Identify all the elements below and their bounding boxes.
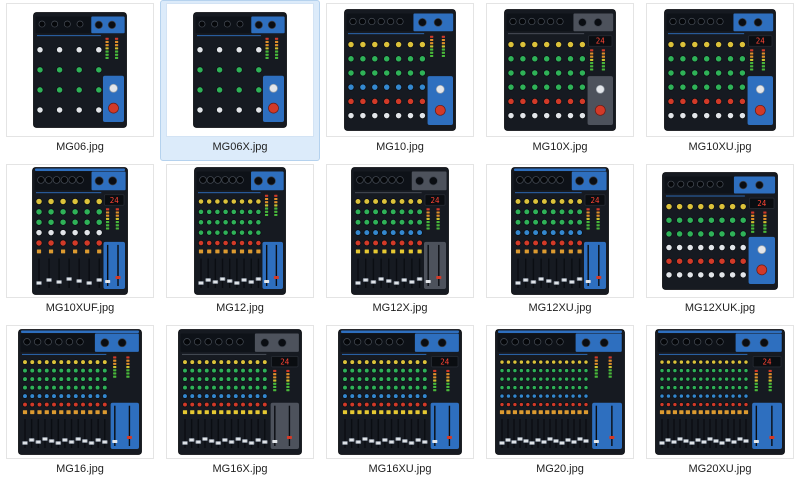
mixer-image: 24 (504, 9, 616, 131)
mixer-thumbnail (326, 3, 474, 137)
svg-text:24: 24 (430, 196, 440, 205)
mixer-thumbnail: 24 (646, 164, 794, 298)
file-name-label: MG06.jpg (56, 141, 104, 154)
svg-text:24: 24 (590, 196, 600, 205)
file-item-mg12xu[interactable]: 24 MG12XU.jpg (480, 161, 640, 322)
mixer-thumbnail (166, 164, 314, 298)
file-item-mg10[interactable]: MG10.jpg (320, 0, 480, 161)
file-item-mg06x[interactable]: MG06X.jpg (160, 0, 320, 161)
mixer-thumbnail (6, 325, 154, 459)
mixer-thumbnail: 24 (326, 325, 474, 459)
mixer-image (193, 12, 287, 128)
file-name-label: MG16XU.jpg (369, 463, 432, 476)
mixer-image: 24 (664, 9, 776, 131)
mixer-thumbnail: 24 (166, 325, 314, 459)
file-name-label: MG10.jpg (376, 141, 424, 154)
svg-text:24: 24 (280, 357, 290, 366)
file-name-label: MG16.jpg (56, 463, 104, 476)
file-item-mg20[interactable]: MG20.jpg (480, 322, 640, 483)
file-item-mg16xu[interactable]: 24 MG16XU.jpg (320, 322, 480, 483)
mixer-image (33, 12, 127, 128)
mixer-thumbnail: 24 (486, 164, 634, 298)
file-name-label: MG20XU.jpg (689, 463, 752, 476)
file-name-label: MG10XUF.jpg (46, 302, 114, 315)
file-name-label: MG06X.jpg (212, 141, 267, 154)
svg-text:24: 24 (757, 199, 767, 208)
file-item-mg10xuf[interactable]: 24 MG10XUF.jpg (0, 161, 160, 322)
mixer-image: 24 (178, 329, 302, 455)
file-item-mg06[interactable]: MG06.jpg (0, 0, 160, 161)
svg-text:24: 24 (763, 357, 773, 366)
file-item-mg12[interactable]: MG12.jpg (160, 161, 320, 322)
file-item-mg12x[interactable]: 24 MG12X.jpg (320, 161, 480, 322)
mixer-thumbnail: 24 (326, 164, 474, 298)
thumbnail-grid: MG06.jpg MG06X.jpg MG10.jpg 24 MG10X.jpg 24 MG… (0, 0, 800, 483)
file-item-mg20xu[interactable]: 24 MG20XU.jpg (640, 322, 800, 483)
mixer-image: 24 (32, 167, 128, 295)
file-name-label: MG16X.jpg (212, 463, 267, 476)
mixer-image (18, 329, 142, 455)
file-name-label: MG10XU.jpg (689, 141, 752, 154)
svg-text:24: 24 (756, 37, 766, 46)
mixer-image (344, 9, 456, 131)
file-item-mg12xuk[interactable]: 24 MG12XUK.jpg (640, 161, 800, 322)
file-item-mg16x[interactable]: 24 MG16X.jpg (160, 322, 320, 483)
mixer-thumbnail: 24 (646, 325, 794, 459)
mixer-thumbnail (486, 325, 634, 459)
mixer-image: 24 (511, 167, 609, 295)
mixer-image (495, 329, 625, 455)
svg-text:24: 24 (596, 37, 606, 46)
file-item-mg16[interactable]: MG16.jpg (0, 322, 160, 483)
mixer-image: 24 (351, 167, 449, 295)
mixer-thumbnail (6, 3, 154, 137)
file-item-mg10x[interactable]: 24 MG10X.jpg (480, 0, 640, 161)
file-name-label: MG10X.jpg (532, 141, 587, 154)
svg-text:24: 24 (110, 196, 120, 205)
mixer-thumbnail: 24 (646, 3, 794, 137)
file-name-label: MG12X.jpg (372, 302, 427, 315)
file-name-label: MG20.jpg (536, 463, 584, 476)
mixer-thumbnail: 24 (6, 164, 154, 298)
file-item-mg10xu[interactable]: 24 MG10XU.jpg (640, 0, 800, 161)
file-name-label: MG12.jpg (216, 302, 264, 315)
mixer-image: 24 (662, 172, 778, 290)
svg-text:24: 24 (440, 357, 450, 366)
mixer-thumbnail: 24 (486, 3, 634, 137)
file-name-label: MG12XUK.jpg (685, 302, 755, 315)
mixer-image (194, 167, 286, 295)
mixer-thumbnail (166, 3, 314, 137)
mixer-image: 24 (655, 329, 785, 455)
mixer-image: 24 (338, 329, 462, 455)
file-name-label: MG12XU.jpg (529, 302, 592, 315)
